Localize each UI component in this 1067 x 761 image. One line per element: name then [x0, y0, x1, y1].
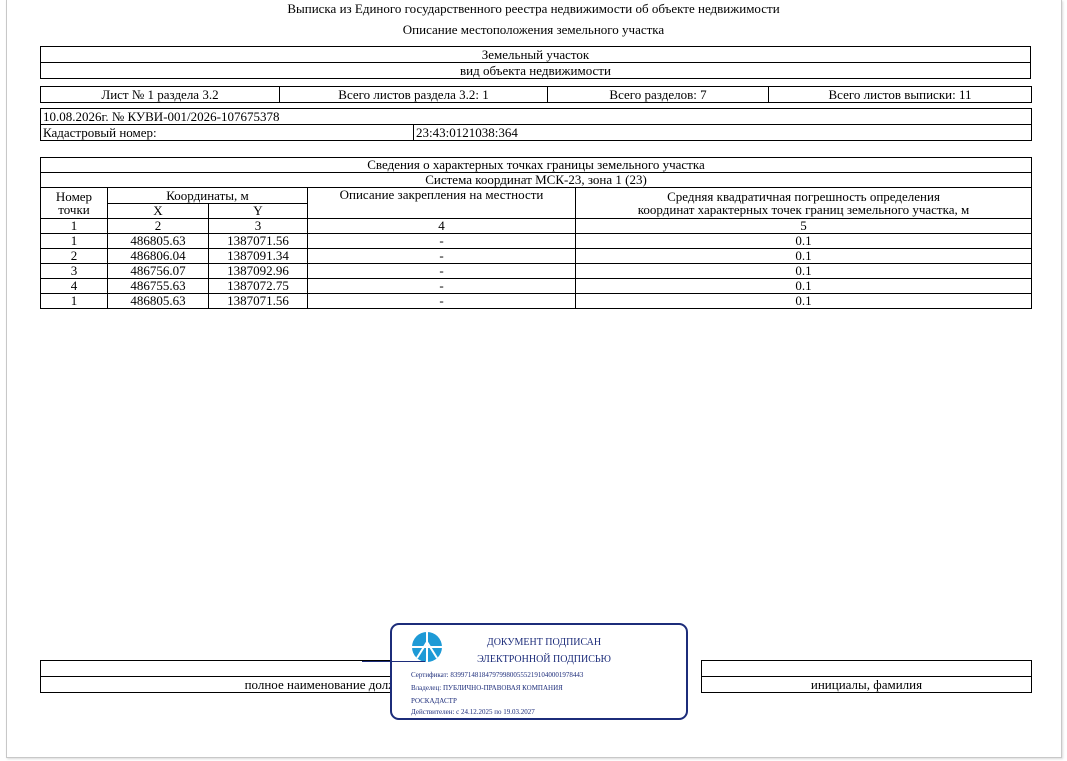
stamp-line1: ДОКУМЕНТ ПОДПИСАН	[486, 637, 602, 648]
object-type-caption: вид объекта недвижимости	[40, 62, 1031, 79]
point-description: -	[307, 293, 576, 309]
point-x: 486805.63	[107, 293, 209, 309]
point-y: 1387071.56	[208, 293, 308, 309]
stamp-validity: Действителен: с 24.12.2025 по 19.03.2027	[411, 708, 535, 716]
point-error: 0.1	[574, 263, 1033, 279]
point-number: 4	[40, 278, 108, 294]
table-row: 1 486805.63 1387071.56 - 0.1	[40, 233, 1033, 249]
table-row: 1 486805.63 1387071.56 - 0.1	[40, 293, 1033, 309]
object-type-table: Земельный участок вид объекта недвижимос…	[40, 46, 1031, 79]
point-y: 1387092.96	[208, 263, 308, 279]
col-coordinates: Координаты, м	[107, 187, 308, 204]
column-index-row: 1 2 3 4 5	[40, 218, 1033, 234]
point-error: 0.1	[574, 278, 1033, 294]
points-title: Сведения о характерных точках границы зе…	[39, 157, 1033, 173]
col-point-number: Номер точки	[40, 187, 108, 219]
point-description: -	[307, 278, 576, 294]
name-caption: инициалы, фамилия	[701, 676, 1032, 693]
stamp-certificate: Сертификат: 8399714818479799800555219104…	[411, 671, 584, 679]
point-error: 0.1	[574, 248, 1033, 264]
point-x: 486755.63	[107, 278, 209, 294]
object-type: Земельный участок	[40, 46, 1031, 63]
col-description: Описание закрепления на местности	[307, 187, 576, 219]
point-y: 1387071.56	[208, 233, 308, 249]
col-x: X	[107, 202, 209, 219]
stamp-line2: ЭЛЕКТРОННОЙ ПОДПИСЬЮ	[477, 654, 611, 665]
col-error: Средняя квадратичная погрешность определ…	[574, 187, 1033, 219]
column-index: 5	[574, 218, 1033, 234]
column-index: 3	[208, 218, 308, 234]
name-field	[701, 660, 1032, 677]
stamp-owner-2: РОСКАДАСТР	[411, 697, 457, 705]
section-sheets: Всего листов раздела 3.2: 1	[279, 86, 548, 103]
document-date-number: 10.08.2026г. № КУВИ-001/2026-107675378	[40, 108, 1032, 125]
sheet-number: Лист № 1 раздела 3.2	[40, 86, 280, 103]
col-point-number-line2: точки	[58, 202, 90, 217]
point-number: 2	[40, 248, 108, 264]
boundary-points-table: Сведения о характерных точках границы зе…	[39, 157, 1033, 309]
point-y: 1387091.34	[208, 248, 308, 264]
cadastral-label: Кадастровый номер:	[40, 124, 414, 141]
point-description: -	[307, 263, 576, 279]
column-index: 1	[40, 218, 108, 234]
column-index: 4	[307, 218, 576, 234]
table-row: 3 486756.07 1387092.96 - 0.1	[40, 263, 1033, 279]
point-description: -	[307, 248, 576, 264]
table-row: 4 486755.63 1387072.75 - 0.1	[40, 278, 1033, 294]
point-number: 1	[40, 233, 108, 249]
point-y: 1387072.75	[208, 278, 308, 294]
col-error-line2: координат характерных точек границ земел…	[637, 202, 970, 217]
point-error: 0.1	[574, 293, 1033, 309]
point-number: 1	[40, 293, 108, 309]
column-index: 2	[107, 218, 209, 234]
table-row: 2 486806.04 1387091.34 - 0.1	[40, 248, 1033, 264]
col-y: Y	[208, 202, 308, 219]
point-error: 0.1	[574, 233, 1033, 249]
point-x: 486756.07	[107, 263, 209, 279]
document-info-table: 10.08.2026г. № КУВИ-001/2026-107675378 К…	[40, 108, 1032, 141]
point-number: 3	[40, 263, 108, 279]
point-description: -	[307, 233, 576, 249]
cadastral-number: 23:43:0121038:364	[413, 124, 1032, 141]
coordinate-system: Система координат МСК-23, зона 1 (23)	[39, 172, 1033, 188]
electronic-signature-stamp: ДОКУМЕНТ ПОДПИСАН ЭЛЕКТРОННОЙ ПОДПИСЬЮ С…	[362, 623, 688, 720]
document-title: Выписка из Единого государственного реес…	[287, 1, 780, 16]
point-x: 486805.63	[107, 233, 209, 249]
stamp-owner: Владелец: ПУБЛИЧНО-ПРАВОВАЯ КОМПАНИЯ	[411, 684, 563, 692]
sheets-table: Лист № 1 раздела 3.2 Всего листов раздел…	[40, 86, 1032, 103]
total-sheets: Всего листов выписки: 11	[768, 86, 1032, 103]
document-subtitle: Описание местоположения земельного участ…	[402, 22, 665, 37]
point-x: 486806.04	[107, 248, 209, 264]
sections-count: Всего разделов: 7	[547, 86, 769, 103]
